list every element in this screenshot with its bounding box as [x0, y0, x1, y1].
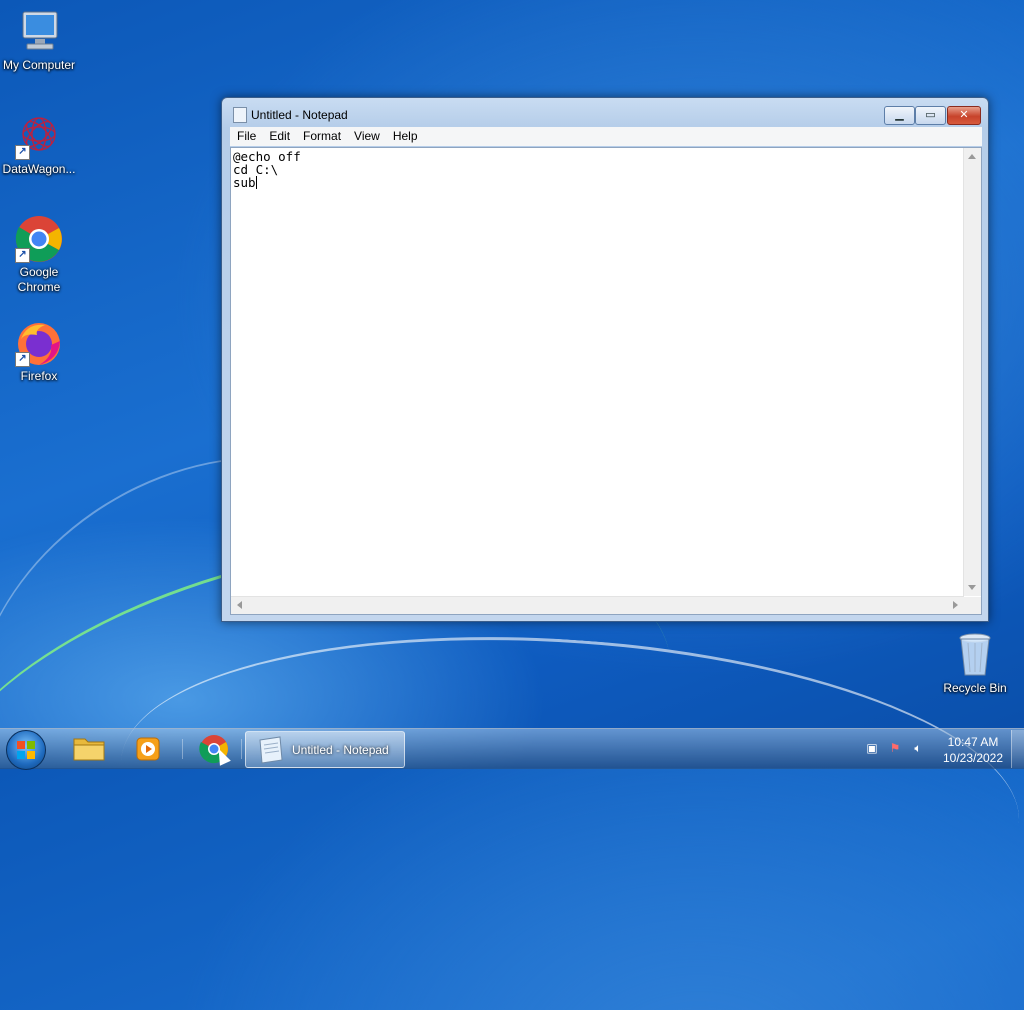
- datawagon-icon: ↗: [15, 112, 63, 160]
- scroll-down-icon[interactable]: [968, 585, 976, 590]
- shortcut-arrow-icon: ↗: [15, 145, 30, 160]
- desktop-icon-label: Firefox: [20, 369, 58, 383]
- recycle-bin-icon: [951, 631, 999, 679]
- notepad-icon: [233, 107, 247, 123]
- desktop-icon-google-chrome[interactable]: ↗ Google Chrome: [0, 215, 78, 295]
- text-editor[interactable]: @echo off cd C:\ sub: [230, 147, 982, 615]
- shortcut-arrow-icon: ↗: [15, 248, 30, 263]
- desktop-icon-recycle-bin[interactable]: Recycle Bin: [936, 631, 1014, 696]
- desktop-icon-label: My Computer: [2, 58, 76, 72]
- taskbar-notepad-label: Untitled - Notepad: [292, 743, 389, 757]
- editor-text[interactable]: @echo off cd C:\ sub: [233, 150, 963, 590]
- desktop-icon-label: Recycle Bin: [943, 681, 1007, 695]
- menu-format[interactable]: Format: [296, 127, 347, 143]
- show-desktop-button[interactable]: [1011, 730, 1024, 768]
- volume-icon[interactable]: 🔈︎: [911, 741, 925, 755]
- clock-time: 10:47 AM: [947, 735, 999, 749]
- computer-icon: [15, 8, 63, 56]
- scroll-right-icon[interactable]: [953, 601, 958, 609]
- menu-help[interactable]: Help: [386, 127, 424, 143]
- horizontal-scrollbar[interactable]: [231, 596, 964, 614]
- menu-edit[interactable]: Edit: [262, 127, 296, 143]
- desktop-icon-firefox[interactable]: ↗ Firefox: [0, 319, 78, 384]
- action-center-flag-icon[interactable]: ⚑: [888, 741, 902, 755]
- start-button[interactable]: [6, 730, 46, 770]
- taskbar-media-player-button[interactable]: [123, 731, 175, 766]
- notepad-window[interactable]: Untitled - Notepad ▁ ▭ ✕ File Edit Format V…: [221, 97, 989, 622]
- editor-content: @echo off cd C:\ sub: [233, 149, 301, 190]
- taskbar: Untitled - Notepad ▣ ⚑ 🔈︎ 10:47 AM 10/23/2…: [0, 728, 1024, 770]
- desktop-icon-datawagon[interactable]: ↗ DataWagon...: [0, 112, 78, 177]
- scroll-left-icon[interactable]: [237, 601, 242, 609]
- network-icon[interactable]: ▣: [865, 741, 879, 755]
- close-button[interactable]: ✕: [947, 106, 981, 125]
- media-player-icon: [136, 737, 160, 761]
- title-bar[interactable]: Untitled - Notepad ▁ ▭ ✕: [222, 98, 988, 127]
- maximize-button[interactable]: ▭: [915, 106, 946, 125]
- desktop-icon-my-computer[interactable]: My Computer: [0, 8, 78, 73]
- system-tray: ▣ ⚑ 🔈︎: [865, 741, 934, 755]
- notepad-icon: [259, 736, 283, 764]
- chrome-icon: [199, 735, 228, 764]
- menu-view[interactable]: View: [347, 127, 386, 143]
- desktop-icon-label: Google Chrome: [17, 265, 61, 294]
- shortcut-arrow-icon: ↗: [15, 352, 30, 367]
- taskbar-separator: [182, 739, 183, 759]
- taskbar-separator: [241, 739, 242, 759]
- windows-logo-icon: [17, 741, 35, 759]
- clock-date: 10/23/2022: [942, 751, 1004, 765]
- window-title: Untitled - Notepad: [251, 108, 348, 122]
- taskbar-chrome-button[interactable]: [188, 731, 240, 766]
- resize-grip[interactable]: [964, 597, 981, 614]
- menu-file[interactable]: File: [230, 127, 262, 143]
- minimize-button[interactable]: ▁: [884, 106, 915, 125]
- taskbar-notepad-button[interactable]: Untitled - Notepad: [245, 731, 405, 768]
- firefox-icon: ↗: [15, 319, 63, 367]
- desktop-icon-label: DataWagon...: [2, 162, 76, 176]
- vertical-scrollbar[interactable]: [963, 148, 981, 596]
- menu-bar: File Edit Format View Help: [230, 127, 982, 146]
- chrome-icon: ↗: [15, 215, 63, 263]
- system-clock[interactable]: 10:47 AM 10/23/2022: [937, 734, 1009, 766]
- taskbar-explorer-button[interactable]: [63, 731, 115, 766]
- text-caret: [255, 176, 257, 189]
- scroll-up-icon[interactable]: [968, 154, 976, 159]
- folder-icon: [73, 738, 105, 761]
